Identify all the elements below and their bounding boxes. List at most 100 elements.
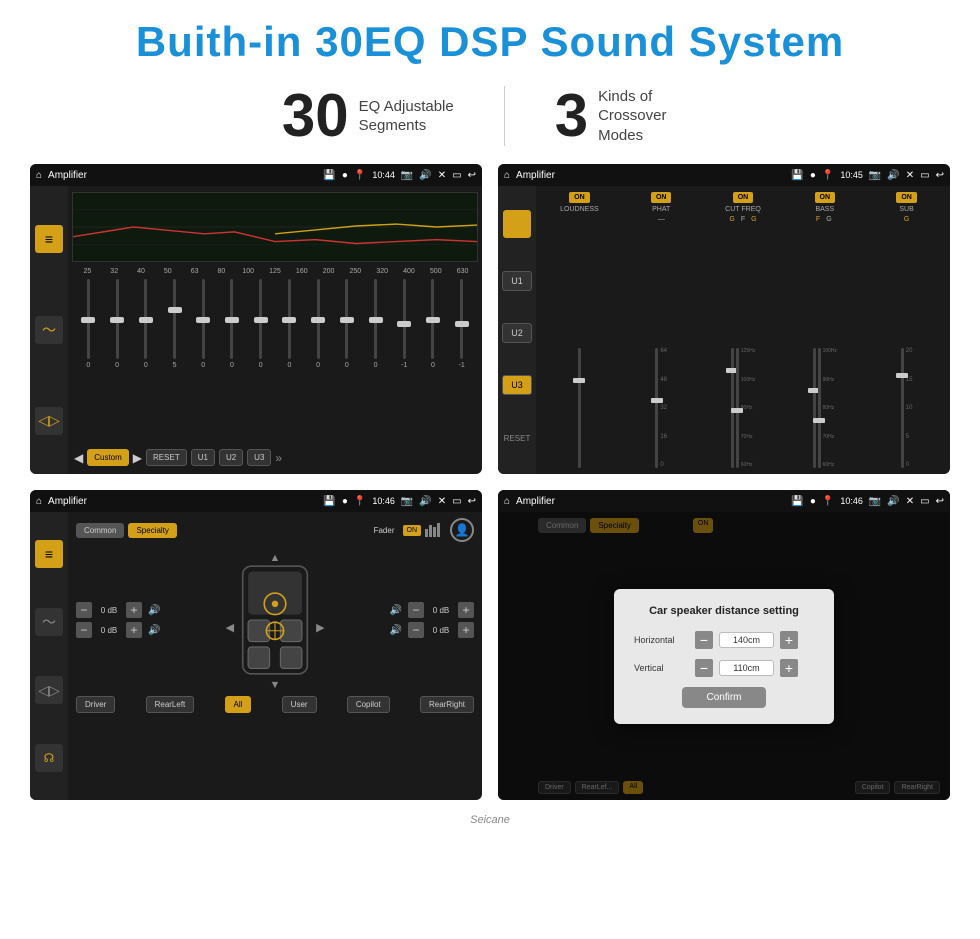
spec-wave-icon[interactable]: 〜 xyxy=(35,608,63,636)
window-icon-1: ▭ xyxy=(452,170,461,181)
right-bot-minus[interactable]: − xyxy=(408,622,424,638)
home-icon-2[interactable]: ⌂ xyxy=(504,170,510,181)
cross-u2-btn[interactable]: U2 xyxy=(502,323,532,343)
copilot-btn[interactable]: Copilot xyxy=(347,696,390,713)
spec-vol-icon[interactable]: ◁▷ xyxy=(35,676,63,704)
close-icon-2[interactable]: ✕ xyxy=(906,170,914,181)
eq-u2-btn[interactable]: U2 xyxy=(219,449,243,466)
cutfreq-on[interactable]: ON xyxy=(733,192,754,203)
right-bot-plus[interactable]: + xyxy=(458,622,474,638)
eq-u3-btn[interactable]: U3 xyxy=(247,449,271,466)
camera-icon-1: 📷 xyxy=(401,170,413,181)
horizontal-minus[interactable]: − xyxy=(695,631,713,649)
spec-eq-icon[interactable]: ≡ xyxy=(35,540,63,568)
cutfreq-slider[interactable]: 125Hz100Hz80Hz70Hz60Hz xyxy=(731,226,755,468)
eq-slider-2[interactable]: 0 xyxy=(103,279,132,445)
left-top-plus[interactable]: + xyxy=(126,602,142,618)
camera-icon-3: 📷 xyxy=(401,496,413,507)
right-top-plus[interactable]: + xyxy=(458,602,474,618)
fader-on-btn[interactable]: ON xyxy=(403,525,422,536)
confirm-button[interactable]: Confirm xyxy=(682,687,765,708)
cross-main: ON LOUDNESS ON PHAT — 644832160 xyxy=(536,186,950,474)
back-icon-3[interactable]: ↩ xyxy=(468,496,476,507)
vertical-label: Vertical xyxy=(634,663,689,673)
eq-wave-icon[interactable]: 〜 xyxy=(35,316,63,344)
cross-eq-icon[interactable]: ≡ xyxy=(503,210,531,238)
screen-crossover: ⌂ Amplifier 💾 ● 📍 10:45 📷 🔊 ✕ ▭ ↩ ≡ U1 U… xyxy=(498,164,950,474)
vertical-plus[interactable]: + xyxy=(780,659,798,677)
loudness-on[interactable]: ON xyxy=(569,192,590,203)
freq-200: 200 xyxy=(315,268,342,275)
cross-u1-btn[interactable]: U1 xyxy=(502,271,532,291)
channel-sub: ON SUB G 20151050 xyxy=(867,192,946,468)
stat-eq-label: EQ AdjustableSegments xyxy=(359,97,454,136)
eq-slider-5[interactable]: 0 xyxy=(189,279,218,445)
bass-slider[interactable]: 100Hz90Hz80Hz70Hz60Hz xyxy=(813,226,837,468)
time-1: 10:44 xyxy=(372,170,395,180)
left-bot-plus[interactable]: + xyxy=(126,622,142,638)
back-icon-2[interactable]: ↩ xyxy=(936,170,944,181)
home-icon-1[interactable]: ⌂ xyxy=(36,170,42,181)
vertical-minus[interactable]: − xyxy=(695,659,713,677)
driver-btn[interactable]: Driver xyxy=(76,696,115,713)
speaker-icon-lb: 🔊 xyxy=(148,625,160,636)
eq-vol-icon[interactable]: ◁▷ xyxy=(35,407,63,435)
eq-slider-11[interactable]: 0 xyxy=(361,279,390,445)
eq-slider-4[interactable]: 5 xyxy=(160,279,189,445)
common-tab[interactable]: Common xyxy=(76,523,124,538)
specialty-tab[interactable]: Specialty xyxy=(128,523,176,538)
eq-slider-9[interactable]: 0 xyxy=(304,279,333,445)
eq-slider-13[interactable]: 0 xyxy=(419,279,448,445)
eq-slider-8[interactable]: 0 xyxy=(275,279,304,445)
user-icon[interactable]: 👤 xyxy=(450,518,474,542)
eq-slider-7[interactable]: 0 xyxy=(246,279,275,445)
close-icon-4[interactable]: ✕ xyxy=(906,496,914,507)
phat-on[interactable]: ON xyxy=(651,192,672,203)
sub-slider[interactable]: 20151050 xyxy=(901,226,913,468)
back-icon-4[interactable]: ↩ xyxy=(936,496,944,507)
loudness-slider[interactable] xyxy=(578,227,581,468)
phat-slider[interactable]: 644832160 xyxy=(655,226,667,468)
all-btn[interactable]: All xyxy=(225,696,252,713)
stat-crossover-number: 3 xyxy=(555,86,588,146)
eq-sidebar: ≡ 〜 ◁▷ xyxy=(30,186,68,474)
home-icon-3[interactable]: ⌂ xyxy=(36,496,42,507)
eq-slider-10[interactable]: 0 xyxy=(332,279,361,445)
stat-crossover: 3 Kinds ofCrossover Modes xyxy=(505,86,748,146)
eq-slider-12[interactable]: -1 xyxy=(390,279,419,445)
rearleft-btn[interactable]: RearLeft xyxy=(146,696,195,713)
stats-row: 30 EQ AdjustableSegments 3 Kinds ofCross… xyxy=(0,76,980,164)
eq-icon-active[interactable]: ≡ xyxy=(35,225,63,253)
floppy-icon-4: 💾 xyxy=(791,496,803,507)
eq-slider-14[interactable]: -1 xyxy=(447,279,476,445)
eq-freq-labels: 25 32 40 50 63 80 100 125 160 200 250 32… xyxy=(72,268,478,275)
channel-phat: ON PHAT — 644832160 xyxy=(622,192,701,468)
left-top-minus[interactable]: − xyxy=(76,602,92,618)
bass-on[interactable]: ON xyxy=(815,192,836,203)
user-btn[interactable]: User xyxy=(282,696,317,713)
eq-slider-6[interactable]: 0 xyxy=(218,279,247,445)
eq-next[interactable]: ▶ xyxy=(133,451,142,465)
eq-slider-1[interactable]: 0 xyxy=(74,279,103,445)
cross-reset-btn[interactable]: RESET xyxy=(503,428,531,450)
cross-u3-btn[interactable]: U3 xyxy=(502,375,532,395)
eq-reset-btn[interactable]: RESET xyxy=(146,449,187,466)
horizontal-plus[interactable]: + xyxy=(780,631,798,649)
back-icon-1[interactable]: ↩ xyxy=(468,170,476,181)
left-bot-minus[interactable]: − xyxy=(76,622,92,638)
home-icon-4[interactable]: ⌂ xyxy=(504,496,510,507)
sub-on[interactable]: ON xyxy=(896,192,917,203)
bass-sub: FG xyxy=(816,216,834,223)
freq-100: 100 xyxy=(235,268,262,275)
eq-prev[interactable]: ◀ xyxy=(74,451,83,465)
spec-bt-icon[interactable]: ☊ xyxy=(35,744,63,772)
close-icon-1[interactable]: ✕ xyxy=(438,170,446,181)
eq-slider-3[interactable]: 0 xyxy=(131,279,160,445)
eq-custom-btn[interactable]: Custom xyxy=(87,449,129,466)
eq-more[interactable]: » xyxy=(275,451,282,465)
eq-u1-btn[interactable]: U1 xyxy=(191,449,215,466)
close-icon-3[interactable]: ✕ xyxy=(438,496,446,507)
rearright-btn[interactable]: RearRight xyxy=(420,696,474,713)
speaker-icon-rb: 🔊 xyxy=(390,625,402,636)
right-top-minus[interactable]: − xyxy=(408,602,424,618)
